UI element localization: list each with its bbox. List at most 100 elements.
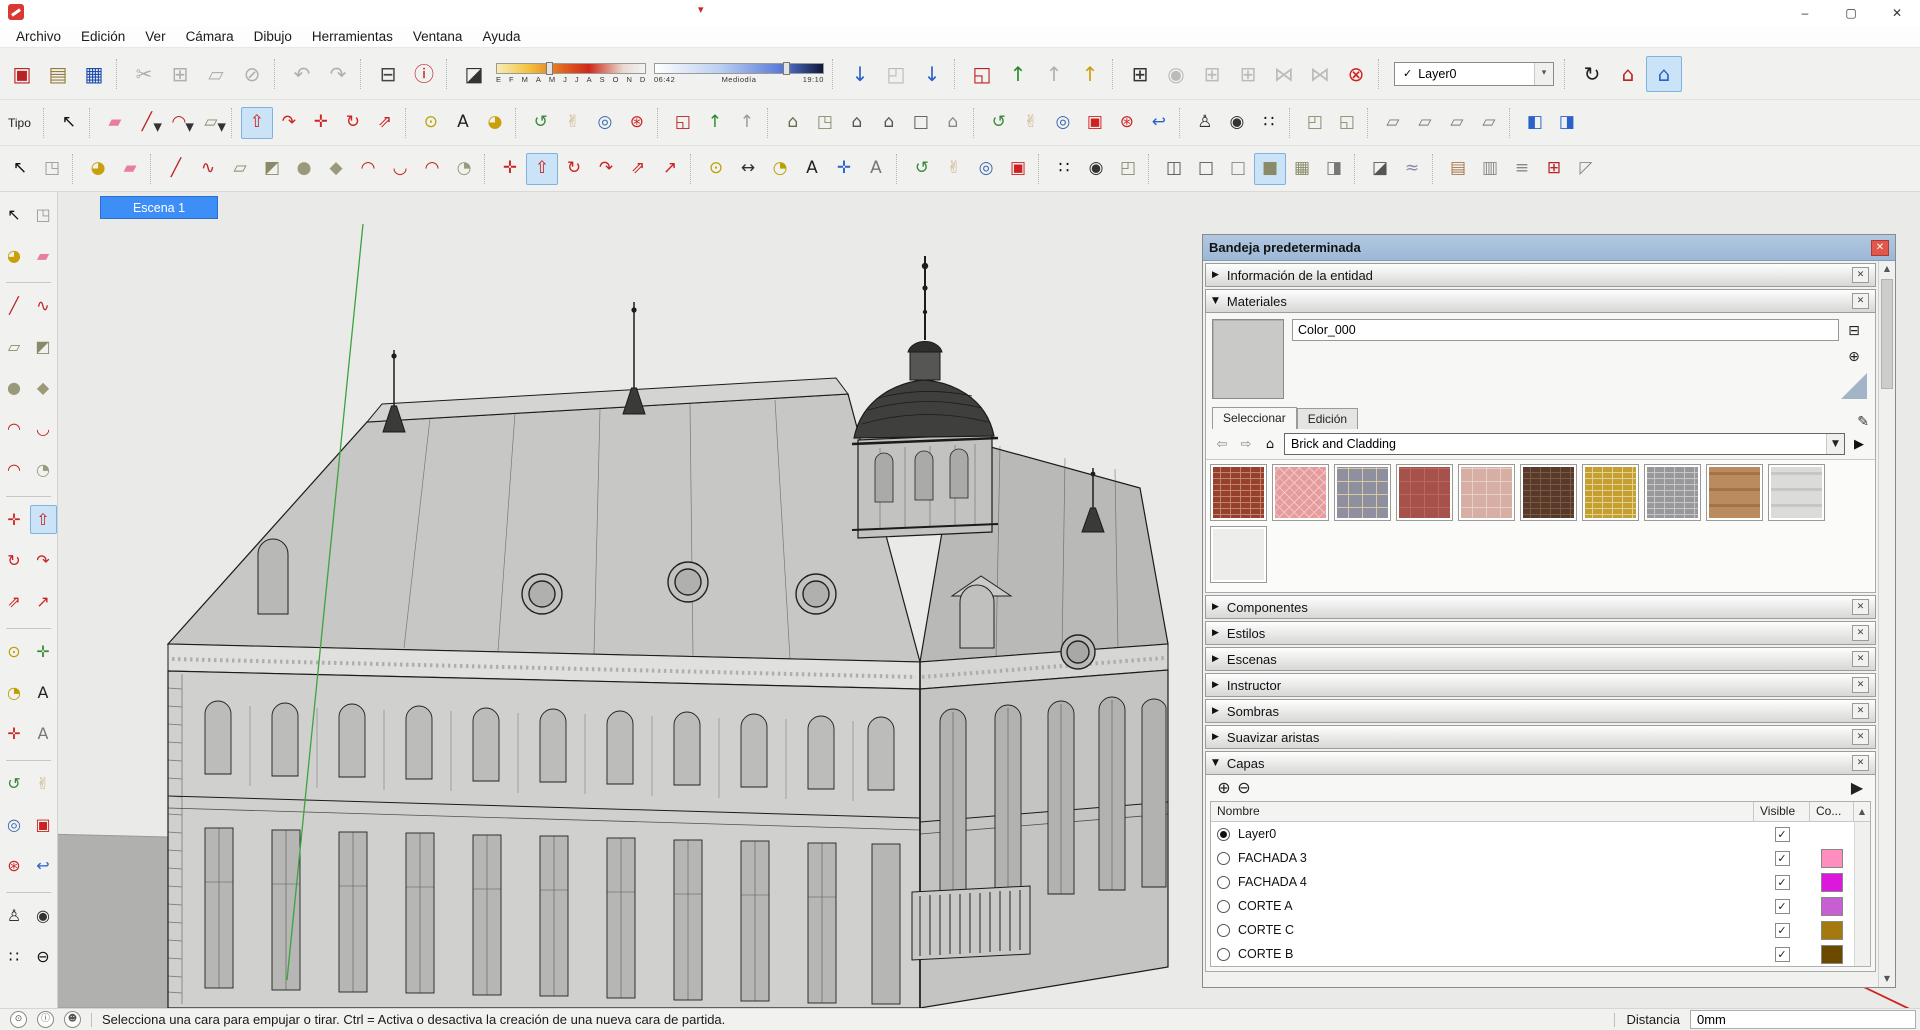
tab-seleccionar[interactable]: Seleccionar <box>1212 407 1297 429</box>
previous-view-button[interactable]: ↩ <box>1143 107 1175 139</box>
eraser-tool[interactable]: ▰ <box>99 107 131 139</box>
display-secondary-pane-icon[interactable]: ⊟ <box>1844 321 1864 341</box>
rotate2-tool[interactable]: ↻ <box>558 153 590 185</box>
send-to-layout-button[interactable]: ◱ <box>964 56 1000 92</box>
move-tool[interactable]: ✛ <box>305 107 337 139</box>
undo-button[interactable]: ↶ <box>284 56 320 92</box>
paint2-tool[interactable]: ◕ <box>82 153 114 185</box>
eraser2-tool[interactable]: ▰ <box>114 153 146 185</box>
hidden-line-style-button[interactable]: □ <box>1222 153 1254 185</box>
pushpull2-tool[interactable]: ⇧ <box>526 153 558 185</box>
details-arrow-icon[interactable]: ▶ <box>1849 434 1869 454</box>
section-close-icon[interactable]: ✕ <box>1852 267 1869 283</box>
material-swatch-light-gray-siding[interactable] <box>1768 464 1825 521</box>
collapse-icon[interactable]: ▼ <box>1212 297 1219 306</box>
export-model-button[interactable]: ↑ <box>1000 56 1036 92</box>
layer-radio[interactable] <box>1217 852 1230 865</box>
close-button[interactable]: ✕ <box>1874 0 1920 26</box>
texture-tool-b[interactable]: ▥ <box>1474 153 1506 185</box>
pal-offset-tool[interactable]: ↗ <box>30 587 57 616</box>
share-model-button[interactable]: ↑ <box>1072 56 1108 92</box>
arc-tool-dropdown-icon[interactable]: ▾ <box>185 119 194 136</box>
pal-paint-tool[interactable]: ◕ <box>1 241 28 270</box>
pal-two-point-arc-tool[interactable]: ◡ <box>30 414 57 443</box>
rotate-tool[interactable]: ↻ <box>337 107 369 139</box>
pal-move-tool[interactable]: ✛ <box>1 505 28 534</box>
redo-button[interactable]: ↷ <box>320 56 356 92</box>
section-header-escenas[interactable]: ▶Escenas✕ <box>1205 647 1876 671</box>
section-header-suavizar-aristas[interactable]: ▶Suavizar aristas✕ <box>1205 725 1876 749</box>
select2-tool[interactable]: ↖ <box>4 153 36 185</box>
iso-view-button[interactable]: ⌂ <box>777 107 809 139</box>
copy-button[interactable]: ⊞ <box>162 56 198 92</box>
dimension-tool[interactable]: ↔ <box>732 153 764 185</box>
layers-scroll-track[interactable] <box>1854 894 1870 918</box>
offset-tool[interactable]: ⇗ <box>369 107 401 139</box>
section-cut-display-button[interactable]: ⌂ <box>1646 56 1682 92</box>
section-header-informacion-de-la-entidad[interactable]: ▶Información de la entidad✕ <box>1205 263 1876 287</box>
material-swatch-granite-blocks[interactable] <box>1334 464 1391 521</box>
tray-close-button[interactable]: ✕ <box>1871 240 1889 256</box>
scene-tab[interactable]: Escena 1 <box>100 196 218 219</box>
three-point-arc-tool[interactable]: ◠ <box>416 153 448 185</box>
zoom-window-tool[interactable]: ▣ <box>1079 107 1111 139</box>
pal-line-tool[interactable]: ╱ <box>1 291 28 320</box>
layer-row-fachada-3[interactable]: FACHADA 3✓ <box>1211 846 1870 870</box>
front-view-button[interactable]: ⌂ <box>841 107 873 139</box>
layer-color-swatch[interactable] <box>1821 873 1843 892</box>
section-box-b-button[interactable]: ◱ <box>1331 107 1363 139</box>
expand-icon[interactable]: ▶ <box>1212 733 1219 742</box>
pal-rotate-tool[interactable]: ↻ <box>1 546 28 575</box>
textured-style-button[interactable]: ▦ <box>1286 153 1318 185</box>
scroll-thumb[interactable] <box>1881 279 1893 389</box>
layers-scroll-track[interactable] <box>1854 942 1870 966</box>
pal-arc-tool[interactable]: ◠ <box>1 414 28 443</box>
look-around-tool[interactable]: ◉ <box>1221 107 1253 139</box>
frame-b-button[interactable]: ▱ <box>1409 107 1441 139</box>
protractor-tool[interactable]: ◔ <box>764 153 796 185</box>
credits-icon[interactable]: ⓘ <box>37 1011 54 1028</box>
pie-tool[interactable]: ◔ <box>448 153 480 185</box>
shadow-month-slider-thumb[interactable] <box>546 62 553 75</box>
pal-circle-tool[interactable]: ● <box>1 373 28 402</box>
pal-select-tool[interactable]: ↖ <box>1 200 28 229</box>
orbit3-tool[interactable]: ↺ <box>906 153 938 185</box>
material-name-input[interactable] <box>1292 319 1839 341</box>
pal-followme-tool[interactable]: ↷ <box>30 546 57 575</box>
make-component-button[interactable]: ◳ <box>36 153 68 185</box>
expand-icon[interactable]: ▶ <box>1212 629 1219 638</box>
pan2-tool[interactable]: ✌ <box>1015 107 1047 139</box>
layer-visible-checkbox[interactable]: ✓ <box>1775 827 1790 842</box>
paint-bucket-tool[interactable]: ◕ <box>479 107 511 139</box>
remove-layer-icon[interactable]: ⊖ <box>1234 778 1254 798</box>
layer-radio[interactable] <box>1217 828 1230 841</box>
material-swatch-dark-brown-brick[interactable] <box>1520 464 1577 521</box>
layer-dropdown[interactable]: ✓Layer0▾ <box>1394 62 1554 86</box>
text-tool[interactable]: A <box>447 107 479 139</box>
rectangle-tool[interactable]: ▱▾ <box>195 107 227 139</box>
frustum-button[interactable]: ⋈ <box>1266 56 1302 92</box>
pal-previous-view[interactable]: ↩ <box>30 851 57 880</box>
wireframe-style-button[interactable]: □ <box>1190 153 1222 185</box>
layer-row-corte-b[interactable]: CORTE B✓ <box>1211 942 1870 966</box>
layer-combo-arrow-icon[interactable]: ▾ <box>1534 63 1553 85</box>
camera-preview-button[interactable]: ◉ <box>1158 56 1194 92</box>
minimize-button[interactable]: – <box>1782 0 1828 26</box>
pal-pushpull-tool[interactable]: ⇧ <box>30 505 57 534</box>
tape-measure-tool[interactable]: ⊙ <box>415 107 447 139</box>
layer-row-layer0[interactable]: Layer0✓ <box>1211 822 1870 846</box>
pal-section-plane-tool[interactable]: ⊖ <box>30 942 57 971</box>
section-close-icon[interactable]: ✕ <box>1852 729 1869 745</box>
pal-zoom-tool[interactable]: ◎ <box>1 810 28 839</box>
collapse-icon[interactable]: ▼ <box>1212 759 1219 768</box>
tray-title-bar[interactable]: Bandeja predeterminada ✕ <box>1203 235 1895 261</box>
rotated-rect-tool[interactable]: ◩ <box>256 153 288 185</box>
top-view-button[interactable]: □ <box>905 107 937 139</box>
column-color[interactable]: Co... <box>1810 802 1854 821</box>
section-plane2-button[interactable]: ◧ <box>1519 107 1551 139</box>
section-close-icon[interactable]: ✕ <box>1852 293 1869 309</box>
corner-tool[interactable]: ◸ <box>1570 153 1602 185</box>
shadow-time-slider-bar[interactable] <box>654 63 824 74</box>
frame-a-button[interactable]: ▱ <box>1377 107 1409 139</box>
upload-model-button[interactable]: ↑ <box>1036 56 1072 92</box>
